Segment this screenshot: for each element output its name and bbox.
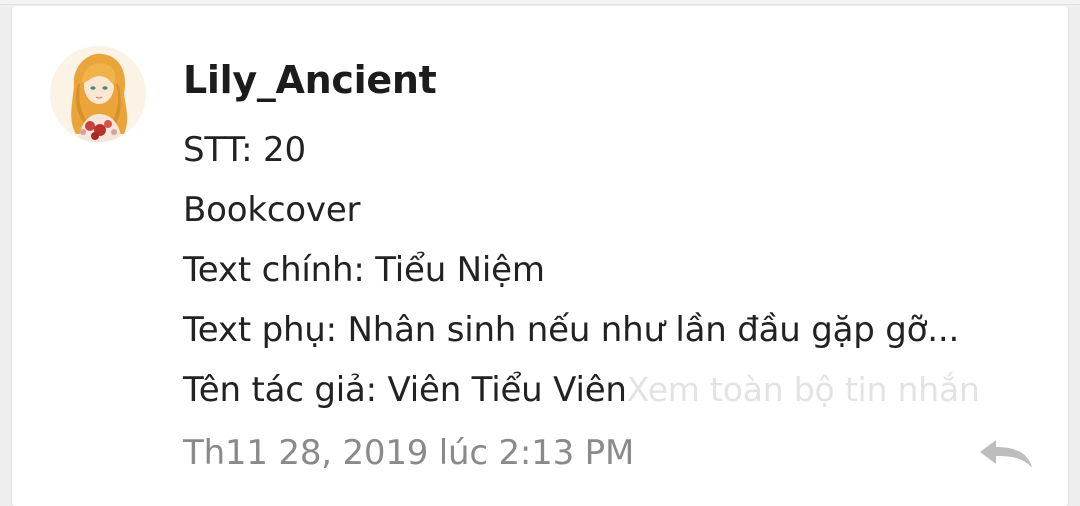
reply-arrow-icon[interactable] <box>976 436 1036 472</box>
see-full-message-link[interactable]: Xem toàn bộ tin nhắn <box>627 370 980 409</box>
message-timestamp: Th11 28, 2019 lúc 2:13 PM <box>183 433 635 473</box>
top-divider <box>0 0 1080 5</box>
message-line-stt: STT: 20 <box>183 130 306 170</box>
avatar-image-icon <box>50 46 146 142</box>
notification-screen: Lily_Ancient STT: 20 Bookcover Text chín… <box>0 0 1080 506</box>
message-line-sub-text: Text phụ: Nhân sinh nếu như lần đầu gặp … <box>183 310 960 350</box>
sender-name: Lily_Ancient <box>183 58 437 102</box>
message-line-author: Tên tác giả: Viên Tiểu ViênXem toàn bộ t… <box>183 370 980 410</box>
user-avatar[interactable] <box>50 46 146 142</box>
message-line-type: Bookcover <box>183 190 361 230</box>
message-line-main-text: Text chính: Tiểu Niệm <box>183 250 545 290</box>
author-text: Tên tác giả: Viên Tiểu Viên <box>183 370 627 410</box>
